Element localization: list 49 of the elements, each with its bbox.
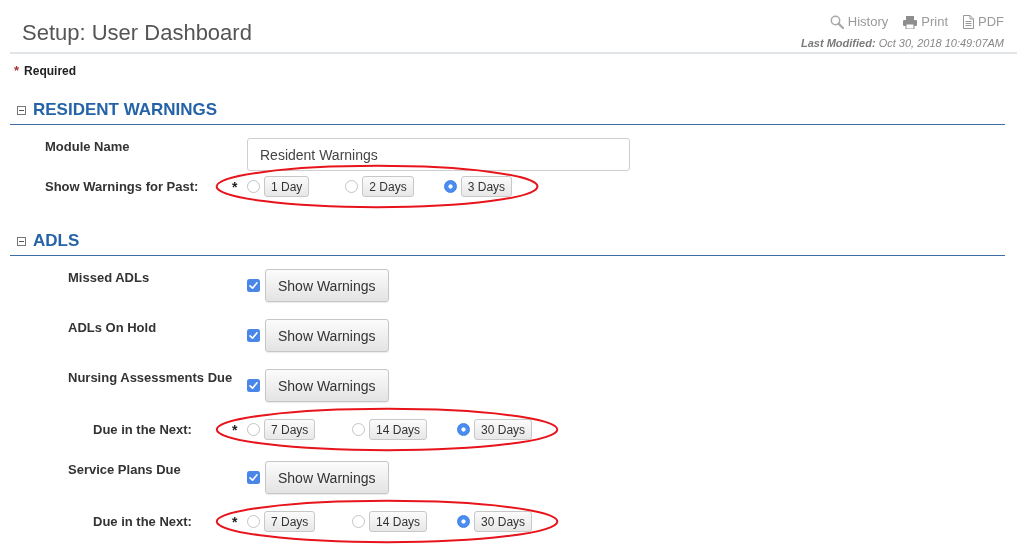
option-button[interactable]: 3 Days — [460, 176, 513, 197]
collapse-icon[interactable] — [17, 105, 26, 115]
page-title: Setup: User Dashboard — [21, 19, 252, 47]
option-button[interactable]: 30 Days — [474, 511, 533, 532]
option-button[interactable]: 30 Days — [474, 419, 533, 440]
search-icon — [829, 15, 844, 29]
option-button[interactable]: 14 Days — [369, 511, 428, 532]
required-marker: * — [231, 513, 239, 530]
section-title: ADLS — [33, 230, 80, 252]
radio-button[interactable] — [247, 423, 260, 436]
checkbox[interactable] — [247, 471, 260, 484]
field-label: Service Plans Due — [67, 461, 182, 478]
show-warnings-button[interactable]: Show Warnings — [265, 319, 389, 352]
radio-button[interactable] — [352, 423, 366, 436]
section-title: RESIDENT WARNINGS — [33, 99, 218, 121]
checkbox[interactable] — [247, 379, 260, 392]
field-label: Nursing Assessments Due — [67, 369, 234, 386]
field-label: ADLs On Hold — [67, 319, 158, 336]
option-button[interactable]: 7 Days — [264, 511, 316, 532]
show-warnings-button[interactable]: Show Warnings — [265, 461, 389, 494]
show-warnings-button[interactable]: Show Warnings — [265, 269, 389, 302]
radio-button[interactable] — [457, 423, 471, 436]
radio-button[interactable] — [247, 515, 260, 528]
field-label: Module Name — [44, 138, 131, 155]
option-button[interactable]: 14 Days — [369, 419, 428, 440]
required-marker: * — [231, 178, 239, 195]
option-button[interactable]: 7 Days — [264, 419, 316, 440]
document-icon — [963, 15, 974, 29]
required-marker: * — [14, 64, 20, 78]
radio-button[interactable] — [443, 180, 457, 193]
text-field[interactable]: Resident Warnings — [247, 138, 630, 171]
checkbox[interactable] — [247, 279, 260, 292]
radio-button[interactable] — [457, 515, 471, 528]
checkbox[interactable] — [247, 329, 260, 342]
option-button[interactable]: 1 Day — [264, 176, 310, 197]
show-warnings-button[interactable]: Show Warnings — [265, 369, 389, 402]
radio-button[interactable] — [352, 515, 366, 528]
field-label: Due in the Next: — [92, 421, 193, 438]
printer-icon — [903, 15, 918, 29]
field-label: Show Warnings for Past: — [44, 178, 200, 195]
collapse-icon[interactable] — [17, 236, 26, 246]
required-label: Required — [24, 64, 77, 78]
required-marker: * — [231, 421, 239, 438]
field-label: Due in the Next: — [92, 513, 193, 530]
radio-button[interactable] — [345, 180, 359, 193]
last-modified-text: Last Modified: Oct 30, 2018 10:49:07AM — [801, 36, 1004, 50]
radio-button[interactable] — [247, 180, 260, 193]
field-label: Missed ADLs — [67, 269, 151, 286]
option-button[interactable]: 2 Days — [362, 176, 414, 197]
